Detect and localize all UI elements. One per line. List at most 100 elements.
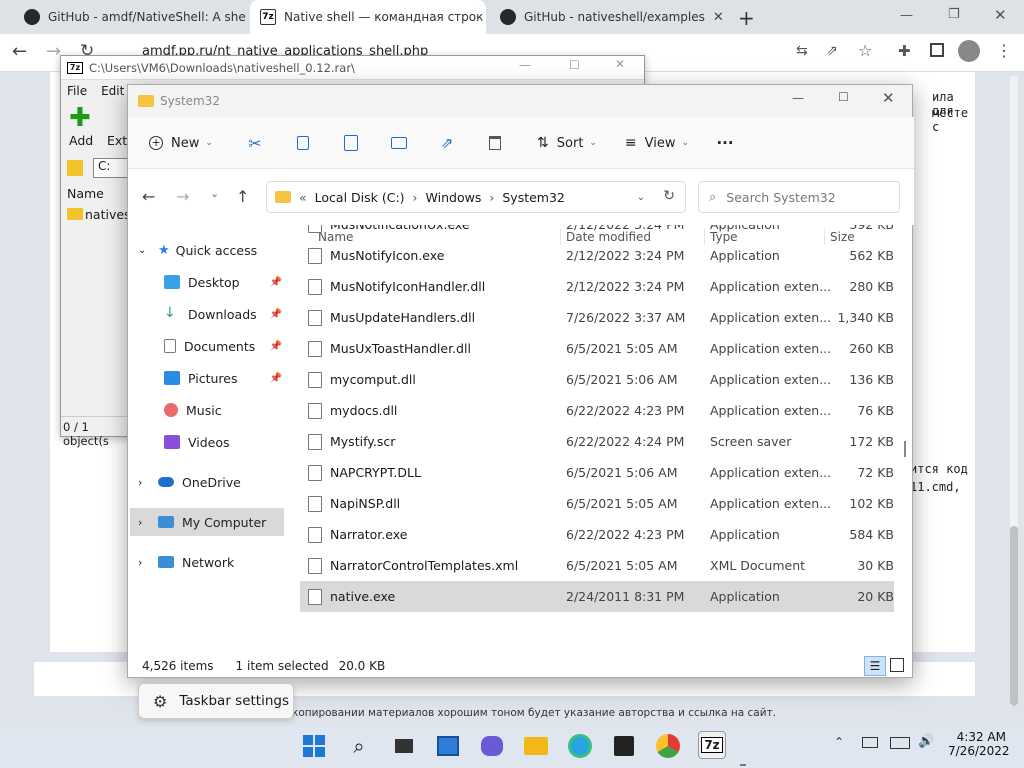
search-input[interactable]: ⌕ Search System32 <box>698 181 900 213</box>
new-button[interactable]: + New ⌄ <box>146 127 216 159</box>
details-view-icon[interactable]: ☰ <box>864 656 886 676</box>
nav-music[interactable]: Music <box>128 396 286 424</box>
selection-count: 1 item selected <box>235 659 329 673</box>
github-icon <box>24 9 40 25</box>
tab-native-shell[interactable]: 7z Native shell — командная строк ✕ <box>250 0 486 34</box>
minimize-button[interactable]: — <box>792 91 804 105</box>
close-button[interactable]: ✕ <box>615 57 625 71</box>
file-row[interactable]: Narrator.exe 6/22/2022 4:23 PM Application… <box>300 519 894 550</box>
breadcrumb-overflow[interactable]: « <box>299 190 307 205</box>
up-folder-icon[interactable] <box>67 160 83 176</box>
tab-github-nativeshell[interactable]: GitHub - amdf/NativeShell: A she ✕ <box>14 0 246 34</box>
page-scrollbar[interactable] <box>1010 76 1018 706</box>
extensions-icon[interactable]: ✚ <box>898 42 911 60</box>
share-icon[interactable]: ⇗ <box>826 43 838 59</box>
add-icon[interactable]: ✚ <box>69 105 91 131</box>
menu-icon[interactable]: ⋮ <box>996 41 1012 60</box>
sidepanel-icon[interactable] <box>930 43 944 57</box>
recent-chevron-icon[interactable]: ⌄ <box>210 187 219 200</box>
cut-icon[interactable]: ✂ <box>240 127 270 159</box>
paste-icon[interactable] <box>336 127 366 159</box>
forward-icon[interactable]: → <box>46 41 61 62</box>
column-name[interactable]: Name <box>67 186 104 201</box>
chat-icon[interactable] <box>478 732 506 760</box>
share-icon[interactable]: ⇗ <box>432 127 462 159</box>
nav-videos[interactable]: Videos <box>128 428 286 456</box>
nav-desktop[interactable]: Desktop 📌 <box>128 268 286 296</box>
widgets-icon[interactable] <box>434 732 462 760</box>
new-tab-button[interactable]: + <box>738 6 755 30</box>
nav-onedrive[interactable]: › OneDrive <box>128 468 286 496</box>
nav-downloads[interactable]: ↓ Downloads 📌 <box>128 300 286 328</box>
close-tab-icon[interactable]: ✕ <box>483 10 486 25</box>
nav-network[interactable]: › Network <box>128 548 286 576</box>
task-view-icon[interactable] <box>390 732 418 760</box>
file-row[interactable]: MusNotifyIconHandler.dll 2/12/2022 3:24 P… <box>300 271 894 302</box>
file-list-scrollbar[interactable] <box>904 441 906 457</box>
forward-icon[interactable]: → <box>176 187 189 206</box>
taskbar-settings-menu[interactable]: ⚙ Taskbar settings <box>138 683 294 719</box>
minimize-button[interactable]: — <box>900 8 913 23</box>
file-row[interactable]: NAPCRYPT.DLL 6/5/2021 5:06 AM Application … <box>300 457 894 488</box>
search-icon[interactable]: ⌕ <box>345 732 373 760</box>
profile-avatar[interactable] <box>958 40 980 62</box>
menu-edit[interactable]: Edit <box>101 84 124 98</box>
close-window-button[interactable]: ✕ <box>994 6 1007 24</box>
plus-icon: + <box>149 136 164 150</box>
file-row[interactable]: MusUpdateHandlers.dll 7/26/2022 3:37 AM Ap… <box>300 302 894 333</box>
volume-icon[interactable]: 🔊 <box>918 734 934 749</box>
file-row[interactable]: MusUxToastHandler.dll 6/5/2021 5:05 AM App… <box>300 333 894 364</box>
file-row[interactable]: NapiNSP.dll 6/5/2021 5:05 AM Application e… <box>300 488 894 519</box>
address-bar[interactable]: « Local Disk (C:) › Windows › System32 ⌄… <box>266 181 686 213</box>
windows-start-icon[interactable] <box>300 732 328 760</box>
file-row[interactable]: native.exe 2/24/2011 8:31 PM Application 20… <box>300 581 894 612</box>
minimize-button[interactable]: — <box>519 58 531 72</box>
scrollbar-thumb[interactable] <box>1010 526 1018 706</box>
file-row[interactable]: mydocs.dll 6/22/2022 4:23 PM Application e… <box>300 395 894 426</box>
store-icon[interactable] <box>610 732 638 760</box>
maximize-button[interactable]: ☐ <box>838 90 849 104</box>
tray-chevron-icon[interactable]: ⌃ <box>834 735 844 749</box>
file-row[interactable]: MusNotificationUx.exe2/12/2022 3:24 PM Ap… <box>300 225 894 240</box>
maximize-button[interactable]: ☐ <box>569 58 580 72</box>
nav-pictures[interactable]: Pictures 📌 <box>128 364 286 392</box>
close-tab-icon[interactable]: ✕ <box>705 10 722 25</box>
rename-icon[interactable] <box>384 127 414 159</box>
delete-icon[interactable] <box>480 127 510 159</box>
back-icon[interactable]: ← <box>12 41 27 62</box>
tab-github-examples[interactable]: GitHub - nativeshell/examples ✕ <box>490 0 722 34</box>
back-icon[interactable]: ← <box>142 187 155 206</box>
nav-documents[interactable]: Documents 📌 <box>128 332 286 360</box>
7zip-icon[interactable]: 7z <box>698 731 726 759</box>
copy-icon[interactable] <box>288 127 318 159</box>
tiles-view-icon[interactable] <box>890 658 904 672</box>
file-row[interactable]: Mystify.scr 6/22/2022 4:24 PM Screen saver… <box>300 426 894 457</box>
chevron-down-icon[interactable]: ⌄ <box>637 192 645 203</box>
network-status-icon[interactable] <box>890 737 910 749</box>
breadcrumb-system32[interactable]: System32 <box>502 190 565 205</box>
translate-icon[interactable]: ⇆ <box>796 43 808 59</box>
breadcrumb-local-disk[interactable]: Local Disk (C:) <box>315 190 405 205</box>
file-row[interactable]: NarratorControlTemplates.xml 6/5/2021 5:0… <box>300 550 894 581</box>
view-button[interactable]: ≡ View ⌄ <box>622 127 692 159</box>
edge-icon[interactable] <box>566 732 594 760</box>
file-row[interactable]: mycomput.dll 6/5/2021 5:06 AM Application … <box>300 364 894 395</box>
nav-my-computer[interactable]: › My Computer <box>130 508 284 536</box>
refresh-icon[interactable]: ↻ <box>663 188 675 204</box>
nav-quick-access[interactable]: ⌄ ★ Quick access <box>128 236 286 264</box>
bookmark-star-icon[interactable]: ☆ <box>858 41 872 60</box>
restore-button[interactable]: ❐ <box>948 7 960 22</box>
file-row[interactable]: MusNotifyIcon.exe 2/12/2022 3:24 PM Applic… <box>300 240 894 271</box>
search-placeholder: Search System32 <box>726 189 836 205</box>
chrome-icon[interactable] <box>654 732 682 760</box>
sort-button[interactable]: ⇅ Sort ⌄ <box>534 127 600 159</box>
file-explorer-icon[interactable] <box>522 732 550 760</box>
up-icon[interactable]: ↑ <box>236 187 249 206</box>
add-button[interactable]: Add <box>69 133 93 148</box>
clock[interactable]: 4:32 AM 7/26/2022 <box>948 730 1010 758</box>
menu-file[interactable]: File <box>67 84 87 98</box>
more-button[interactable]: ··· <box>710 127 740 159</box>
breadcrumb-windows[interactable]: Windows <box>426 190 482 205</box>
close-button[interactable]: ✕ <box>882 89 895 107</box>
keyboard-icon[interactable] <box>862 737 878 748</box>
